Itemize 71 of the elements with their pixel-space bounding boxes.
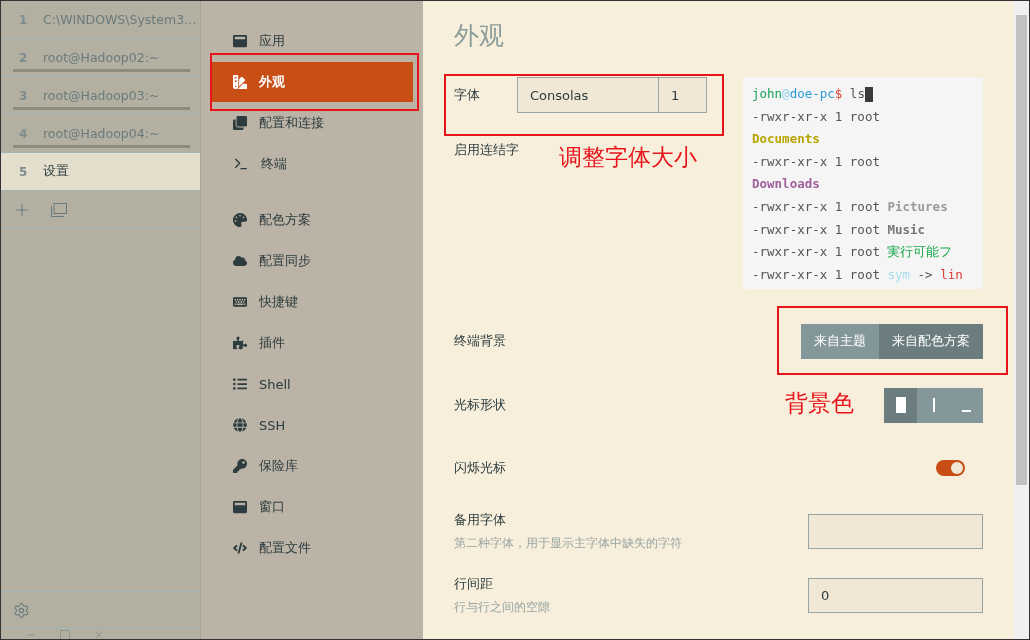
nav-item[interactable]: 保险库 [211,446,413,486]
preview-line: john@doe-pc$ ls [752,83,983,106]
cursor-shape-button[interactable] [884,387,917,423]
stacked-squares-icon [233,116,247,130]
segment-button[interactable]: 来自配色方案 [879,323,983,359]
window-icon [233,500,247,514]
swatch-icon [233,75,247,89]
nav-item[interactable]: 快捷键 [211,282,413,322]
nav-item[interactable]: 配置文件 [211,528,413,568]
keyboard-icon [233,295,247,309]
nav-item[interactable]: Shell [211,364,413,404]
setting-label: 备用字体 [454,510,507,529]
toggle-switch[interactable] [936,460,965,476]
preview-line: Documents [752,130,821,149]
settings-icon[interactable] [13,601,30,619]
underline-cursor-icon [962,410,971,412]
palette-icon [233,213,247,227]
windows-icon[interactable] [51,202,67,217]
setting-label: 闪烁光标 [454,459,506,477]
nav-item[interactable]: 应用 [211,21,413,61]
preview-line: -rwxr-xr-x 1 root [752,152,881,171]
window-icon [233,34,247,48]
tab-title: 设置 [43,163,69,180]
nav-item[interactable]: 配色方案 [211,200,413,240]
nav-item[interactable]: SSH [211,405,413,445]
tab-number: 5 [19,164,29,179]
tab-title: C:\WINDOWS\System3… [43,12,197,27]
page-title: 外观 [454,20,505,52]
cloud-icon [233,254,247,268]
preview-line: -rwxr-xr-x 1 root Music [752,220,927,239]
preview-line: -rwxr-xr-x 1 root sym -> lin [752,265,964,284]
nav-item[interactable]: 配置和连接 [211,103,413,143]
cursor-shape-button[interactable] [917,387,950,423]
annotation-text: 调整字体大小 [559,143,697,172]
beam-cursor-icon [932,398,935,412]
preview-line: Downloads [752,175,821,194]
setting-label: 光标形状 [454,396,506,414]
setting-description: 第二种字体，用于显示主字体中缺失的字符 [454,534,682,552]
cursor-shape-button[interactable] [950,387,983,423]
code-icon [233,541,247,555]
tab-title: root@Hadoop03:~ [43,88,160,103]
nav-item[interactable]: 配置同步 [211,241,413,281]
ligatures-label: 启用连结字 [454,141,519,159]
font-label: 字体 [454,86,481,104]
maximize-icon[interactable] [59,629,71,639]
nav-item[interactable]: 窗口 [211,487,413,527]
cursor-block [864,87,873,102]
nav-item[interactable]: 终端 [211,144,413,184]
tab[interactable]: 5 设置 [1,153,200,191]
puzzle-icon [233,336,247,350]
text-field[interactable] [808,513,983,549]
tab-title: root@Hadoop04:~ [43,126,160,141]
close-icon[interactable] [93,629,105,639]
setting-description: 行与行之间的空隙 [454,598,550,616]
terminal-prompt-icon [233,156,249,172]
setting-label: 终端背景 [454,332,506,350]
preview-line: -rwxr-xr-x 1 root [752,107,881,126]
annotation-text: 背景色 [785,389,854,418]
nav-item[interactable]: 外观 [211,62,413,102]
setting-label: 行间距 [454,574,494,593]
preview-line: -rwxr-xr-x 1 root 実行可能フ [752,243,954,262]
scrollbar-thumb[interactable] [1016,15,1027,485]
tab-title: root@Hadoop02:~ [43,50,160,65]
key-icon [233,459,247,473]
list-icon [233,377,247,391]
block-cursor-icon [895,397,906,413]
segment-button[interactable]: 来自主题 [801,323,879,359]
nav-item[interactable]: 插件 [211,323,413,363]
preview-line: -rwxr-xr-x 1 root Pictures [752,197,949,216]
text-field[interactable]: 0 [808,577,983,613]
globe-icon [233,418,247,432]
